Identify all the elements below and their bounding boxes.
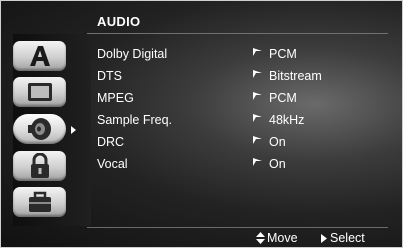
tab-display[interactable] (13, 77, 66, 107)
tab-others[interactable] (13, 187, 66, 217)
arrow-right-icon (253, 114, 262, 122)
arrow-right-icon (253, 48, 262, 56)
arrow-right-icon (253, 70, 262, 78)
setting-label: Sample Freq. (97, 113, 173, 127)
help-select-label: Select (330, 231, 365, 245)
setting-value: On (269, 157, 286, 171)
arrow-right-icon (253, 158, 262, 166)
setting-label: DRC (97, 135, 125, 149)
setting-label: DTS (97, 69, 122, 83)
setting-label: Vocal (97, 157, 128, 171)
header-divider (87, 33, 388, 34)
setting-row-vocal[interactable]: Vocal On (97, 155, 397, 174)
letter-a-icon (29, 46, 50, 66)
right-triangle-icon (321, 234, 327, 243)
tab-language[interactable] (13, 41, 66, 71)
arrow-right-icon (253, 136, 262, 144)
selected-tab-pointer-icon (71, 126, 76, 134)
arrow-right-icon (253, 92, 262, 100)
setting-label: MPEG (97, 91, 134, 105)
setting-value: On (269, 135, 286, 149)
tab-audio[interactable] (13, 114, 66, 144)
setting-row-dts[interactable]: DTS Bitstream (97, 67, 397, 86)
padlock-icon (30, 153, 49, 178)
tv-screen-icon (27, 83, 52, 101)
help-move-label: Move (267, 231, 298, 245)
setting-value: PCM (269, 91, 297, 105)
up-down-arrows-icon (256, 232, 265, 244)
setting-row-drc[interactable]: DRC On (97, 133, 397, 152)
help-bar: Move Select (1, 228, 402, 247)
tab-lock[interactable] (13, 151, 66, 181)
menu-header: AUDIO (87, 12, 394, 32)
speaker-icon (27, 118, 51, 140)
briefcase-icon (28, 191, 51, 212)
setting-row-mpeg[interactable]: MPEG PCM (97, 89, 397, 108)
setting-value: Bitstream (269, 69, 322, 83)
setting-row-dolby-digital[interactable]: Dolby Digital PCM (97, 45, 397, 64)
setting-value: PCM (269, 47, 297, 61)
setting-label: Dolby Digital (97, 47, 168, 61)
setting-row-sample-freq[interactable]: Sample Freq. 48kHz (97, 111, 397, 130)
menu-title: AUDIO (97, 14, 141, 29)
setting-value: 48kHz (269, 113, 305, 127)
osd-screen: AUDIO Dolby Digital PCM DTS Bitstream MP… (0, 0, 403, 248)
